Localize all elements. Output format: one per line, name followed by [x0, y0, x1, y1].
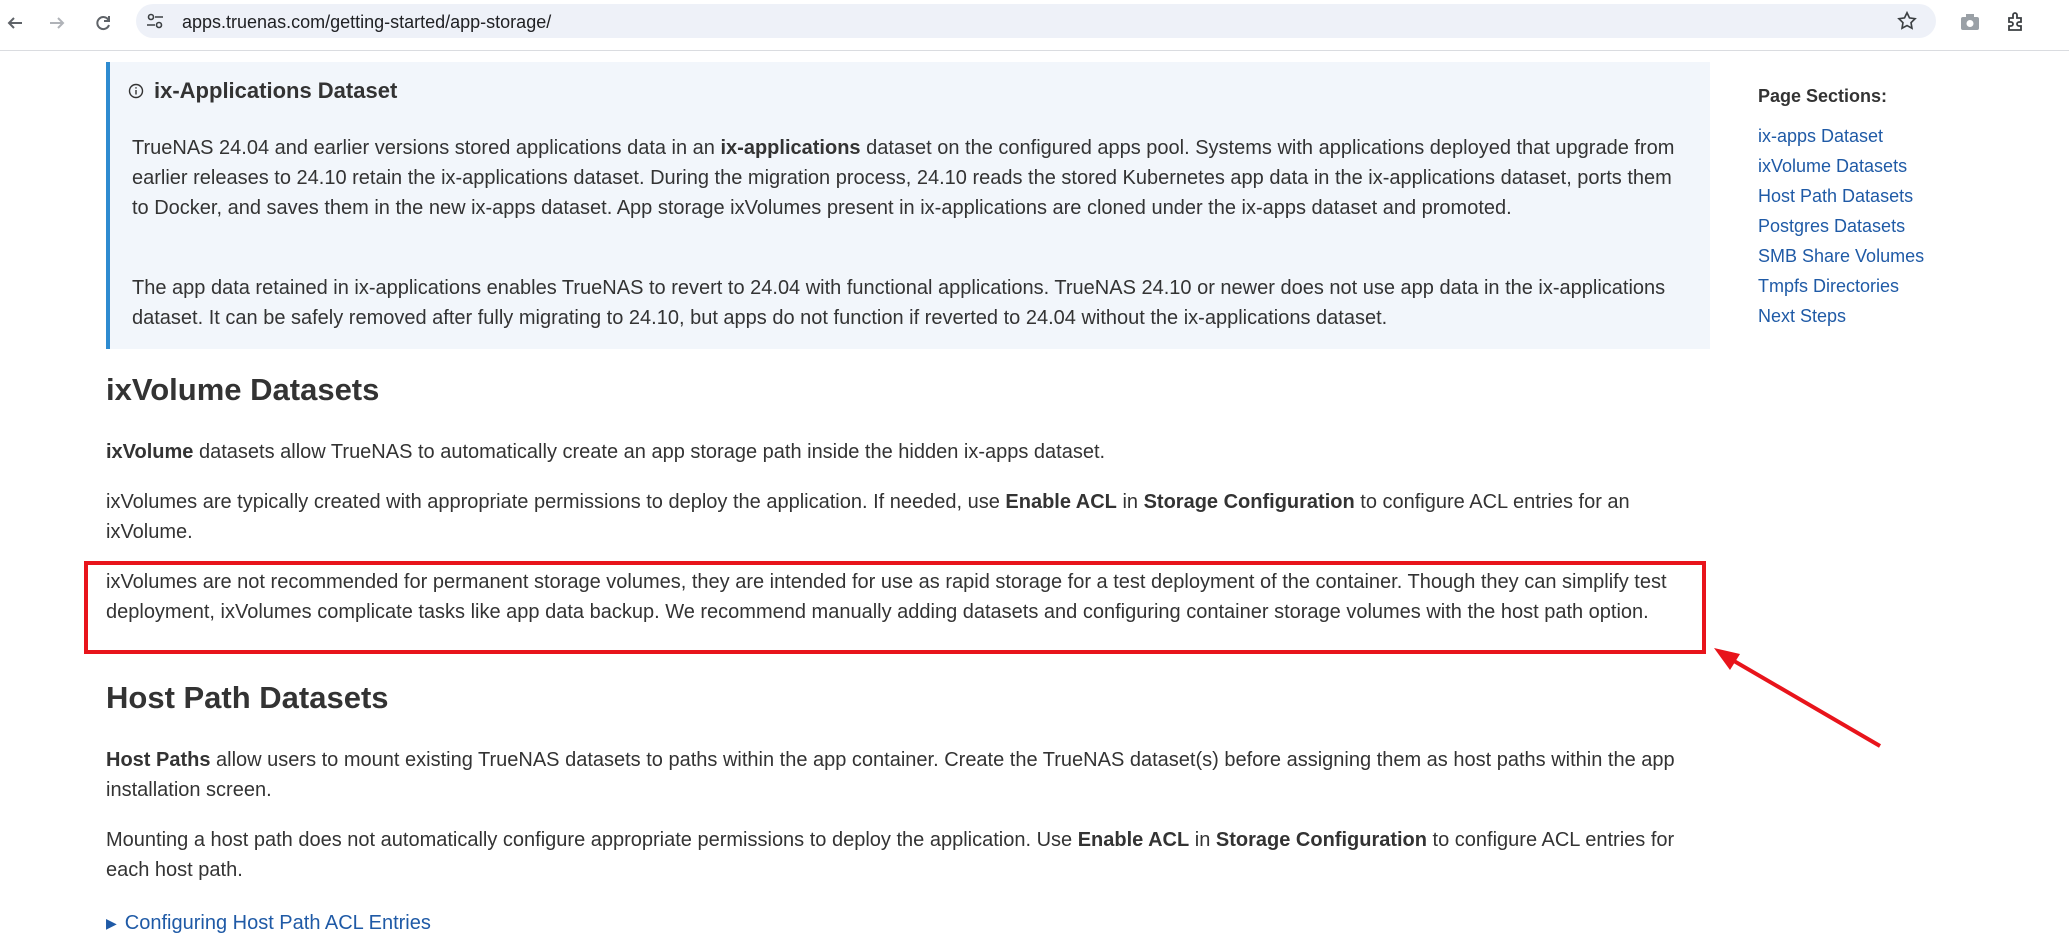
callout-paragraph-2: The app data retained in ix-applications… [132, 277, 1666, 329]
back-arrow-icon [7, 17, 22, 29]
sidebar-link-ixvolume-datasets[interactable]: ixVolume Datasets [1758, 151, 2018, 181]
address-bar[interactable]: apps.truenas.com/getting-started/app-sto… [136, 4, 1936, 38]
text: ixVolumes are typically created with app… [106, 491, 1006, 513]
browser-toolbar: apps.truenas.com/getting-started/app-sto… [0, 0, 2069, 51]
details-label[interactable]: Configuring Host Path ACL Entries [125, 912, 431, 935]
back-button[interactable] [0, 8, 30, 38]
text: Mounting a host path does not automatica… [106, 829, 1078, 851]
text: TrueNAS 24.04 and earlier versions store… [132, 137, 721, 159]
red-annotation-arrow-icon [1714, 648, 1882, 748]
camera-icon[interactable] [1958, 10, 1982, 34]
info-icon [128, 83, 144, 99]
callout-title: ix-Applications Dataset [128, 78, 397, 104]
hostpath-paragraph-2: Mounting a host path does not automatica… [106, 825, 1706, 885]
reload-button[interactable] [88, 8, 118, 38]
forward-arrow-icon [50, 17, 65, 29]
reload-icon [96, 16, 110, 31]
url-text[interactable]: apps.truenas.com/getting-started/app-sto… [182, 12, 551, 33]
sidebar-link-host-path-datasets[interactable]: Host Path Datasets [1758, 181, 2018, 211]
bold-term: ixVolume [106, 441, 194, 463]
text: in [1116, 491, 1144, 513]
details-toggle-host-path-acl[interactable]: ▶ Configuring Host Path ACL Entries [106, 912, 431, 935]
sidebar-link-postgres-datasets[interactable]: Postgres Datasets [1758, 211, 2018, 241]
sidebar-link-smb-share-volumes[interactable]: SMB Share Volumes [1758, 241, 2018, 271]
info-callout: ix-Applications Dataset TrueNAS 24.04 an… [106, 62, 1710, 349]
sidebar-link-next-steps[interactable]: Next Steps [1758, 301, 2018, 331]
text: datasets allow TrueNAS to automatically … [193, 441, 1106, 463]
sidebar-title: Page Sections: [1758, 86, 1888, 106]
sidebar-link-tmpfs-directories[interactable]: Tmpfs Directories [1758, 271, 2018, 301]
bookmark-star-icon[interactable] [1896, 10, 1918, 32]
text: allow users to mount existing TrueNAS da… [106, 749, 1675, 801]
ixvolume-paragraph-2: ixVolumes are typically created with app… [106, 487, 1706, 547]
bold-term: Storage Configuration [1143, 491, 1355, 513]
callout-title-text: ix-Applications Dataset [154, 78, 398, 103]
callout-paragraph-1: TrueNAS 24.04 and earlier versions store… [132, 133, 1692, 223]
sidebar-link-ix-apps-dataset[interactable]: ix-apps Dataset [1758, 121, 2018, 151]
site-settings-icon[interactable] [146, 13, 164, 29]
bold-term: Enable ACL [1077, 829, 1190, 851]
hostpath-paragraph-1: Host Paths allow users to mount existing… [106, 745, 1706, 805]
section-heading-ixvolume: ixVolume Datasets [106, 372, 380, 407]
bold-term: ix-applications [720, 137, 861, 159]
disclosure-triangle-icon: ▶ [106, 915, 117, 931]
bold-term: Host Paths [106, 749, 211, 771]
extensions-icon[interactable] [2004, 10, 2028, 34]
section-heading-host-path: Host Path Datasets [106, 680, 389, 715]
page-sections-sidebar: Page Sections: ix-apps Dataset ixVolume … [1758, 86, 2018, 331]
forward-button[interactable] [42, 8, 72, 38]
bold-term: Storage Configuration [1215, 829, 1427, 851]
text: in [1189, 829, 1216, 851]
ixvolume-paragraph-1: ixVolume datasets allow TrueNAS to autom… [106, 437, 1706, 467]
ixvolume-paragraph-3: ixVolumes are not recommended for perman… [106, 571, 1667, 623]
bold-term: Enable ACL [1005, 491, 1117, 513]
